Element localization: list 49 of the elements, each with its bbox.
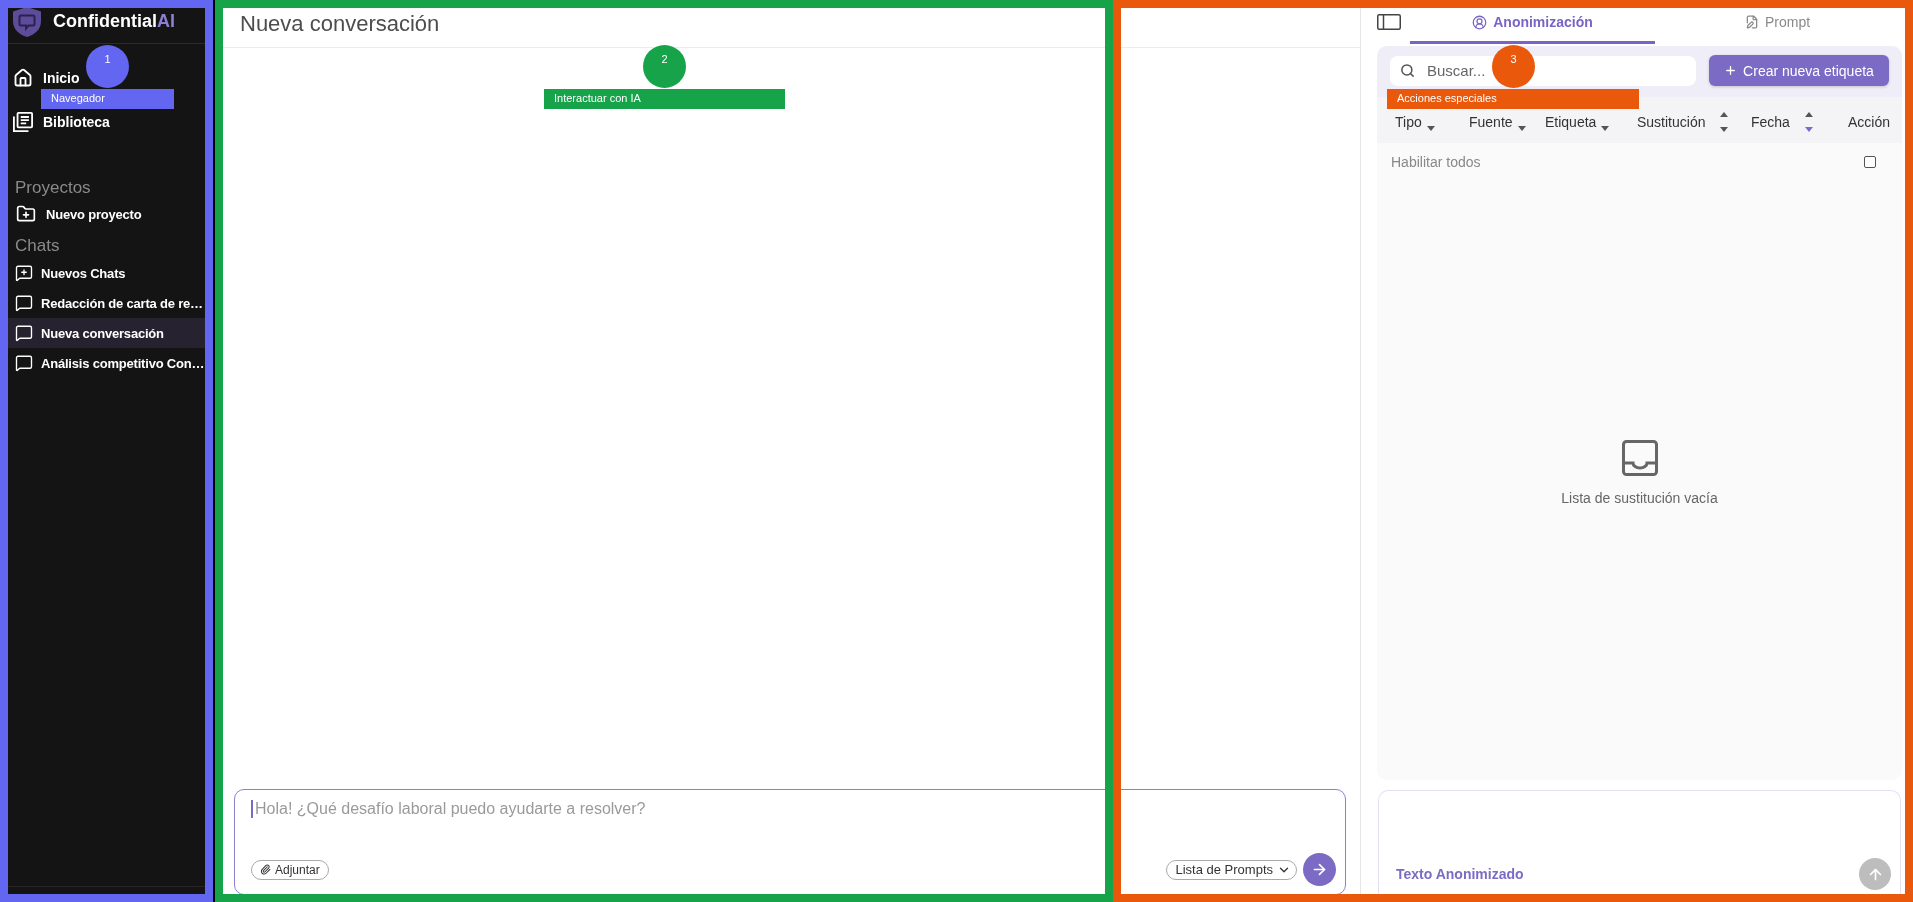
user-circle-icon xyxy=(1472,14,1488,30)
sidebar-item[interactable]: Redacción de carta de re… xyxy=(8,288,206,318)
message-input[interactable]: Hola! ¿Qué desafío laboral puedo ayudarte a resolver? xyxy=(253,800,1336,818)
arrow-right-icon xyxy=(1311,861,1328,878)
caret-down-icon xyxy=(1426,125,1435,131)
attach-button[interactable]: Adjuntar xyxy=(251,859,329,880)
column-header[interactable]: Acción xyxy=(1847,114,1890,130)
column-header[interactable]: Tipo xyxy=(1395,113,1435,131)
chat-plus-icon xyxy=(15,264,33,282)
brand-name: ConfidentialAI xyxy=(53,11,175,32)
caret-down-icon xyxy=(1601,125,1610,131)
column-header[interactable]: Sustitución xyxy=(1637,112,1729,132)
folder-plus-icon xyxy=(16,204,36,224)
select-all-label: Habilitar todos xyxy=(1391,154,1481,170)
nav-link[interactable]: Inicio xyxy=(8,68,80,88)
annotation-label: Interactuar con IA xyxy=(544,89,785,109)
home-icon xyxy=(13,68,33,88)
empty-state-text: Lista de sustitución vacía xyxy=(1561,489,1718,506)
inbox-icon xyxy=(1621,439,1658,476)
column-header[interactable]: Etiqueta xyxy=(1545,113,1610,131)
library-icon xyxy=(13,112,33,132)
send-button[interactable] xyxy=(1303,853,1336,886)
nav-link[interactable]: Biblioteca xyxy=(8,112,110,132)
file-pen-icon xyxy=(1744,15,1759,29)
column-header[interactable]: Fuente xyxy=(1469,113,1526,131)
chat-bubble-icon xyxy=(15,324,33,342)
annotation-label: Navegador xyxy=(41,89,174,109)
shield-logo-icon xyxy=(13,6,41,37)
caret-down-icon xyxy=(1517,125,1526,131)
checkbox[interactable] xyxy=(1864,156,1876,168)
output-label: Texto Anonimizado xyxy=(1396,866,1524,882)
section-heading: Proyectos xyxy=(14,177,92,199)
panel-tab[interactable]: Prompt xyxy=(1655,0,1900,44)
sidebar-item[interactable]: Nuevos Chats xyxy=(8,258,206,288)
column-header[interactable]: Fecha xyxy=(1751,112,1813,132)
create-label-button[interactable]: Crear nueva etiqueta xyxy=(1709,55,1889,86)
prompt-list-button[interactable]: Lista de Prompts xyxy=(1166,859,1297,880)
sidebar-item[interactable]: Nueva conversación xyxy=(8,318,206,348)
annotation-label: Acciones especiales xyxy=(1387,89,1639,109)
plus-icon xyxy=(1724,64,1738,77)
sidebar-toggle-icon[interactable] xyxy=(1377,14,1401,30)
search-icon xyxy=(1400,63,1415,78)
paperclip-icon xyxy=(260,864,271,875)
section-heading: Chats xyxy=(14,235,61,257)
chat-title: Nueva conversación xyxy=(240,10,440,37)
sidebar-item[interactable]: Nuevo proyecto xyxy=(8,200,206,228)
sidebar-item[interactable]: Análisis competitivo Con… xyxy=(8,348,206,378)
chat-bubble-icon xyxy=(15,354,33,372)
chat-bubble-icon xyxy=(15,294,33,312)
